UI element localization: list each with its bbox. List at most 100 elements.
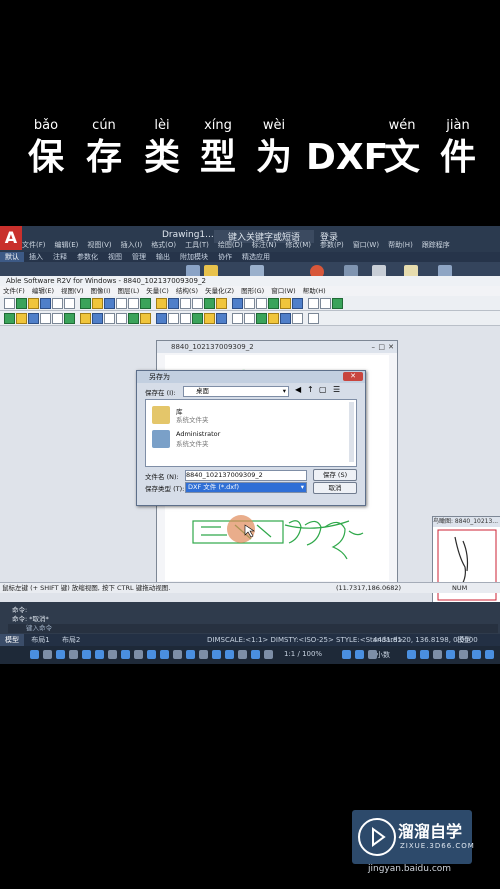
- toolbar-button[interactable]: [156, 313, 167, 324]
- ribbon-tab[interactable]: 注释: [48, 252, 72, 262]
- menu-item[interactable]: 标注(N): [252, 241, 277, 249]
- ribbon-tab[interactable]: 默认: [0, 252, 24, 262]
- toolbar-button[interactable]: [180, 298, 191, 309]
- status-toggle[interactable]: [108, 650, 117, 659]
- toolbar-button[interactable]: [204, 298, 215, 309]
- status-toggle[interactable]: [264, 650, 273, 659]
- r2v-menu-item[interactable]: 图形(G): [241, 287, 264, 295]
- menu-item[interactable]: 绘图(D): [218, 241, 243, 249]
- toolbar-button[interactable]: [244, 298, 255, 309]
- status-toggle[interactable]: [368, 650, 377, 659]
- r2v-menu-item[interactable]: 视图(V): [61, 287, 84, 295]
- toolbar-button[interactable]: [28, 313, 39, 324]
- toolbar-button[interactable]: [216, 298, 227, 309]
- ribbon-tab[interactable]: 管理: [127, 252, 151, 262]
- toolbar-button[interactable]: [244, 313, 255, 324]
- filetype-select[interactable]: DXF 文件 (*.dxf) ▾: [185, 482, 307, 493]
- status-toggle[interactable]: [342, 650, 351, 659]
- status-toggle[interactable]: [121, 650, 130, 659]
- status-toggle[interactable]: [420, 650, 429, 659]
- toolbar-button[interactable]: [292, 313, 303, 324]
- dialog-close-button[interactable]: ✕: [343, 372, 363, 381]
- status-toggle[interactable]: [43, 650, 52, 659]
- status-toggle[interactable]: [485, 650, 494, 659]
- status-toggle[interactable]: [82, 650, 91, 659]
- tab-layout2[interactable]: 布局2: [57, 634, 85, 646]
- toolbar-button[interactable]: [128, 313, 139, 324]
- toolbar-button[interactable]: [308, 298, 319, 309]
- back-icon[interactable]: ◀: [295, 385, 301, 394]
- status-toggle[interactable]: [407, 650, 416, 659]
- toolbar-button[interactable]: [168, 313, 179, 324]
- menu-item[interactable]: 视图(V): [87, 241, 111, 249]
- status-toggle[interactable]: [173, 650, 182, 659]
- status-toggle[interactable]: [56, 650, 65, 659]
- toolbar-button[interactable]: [140, 298, 151, 309]
- toolbar-button[interactable]: [52, 313, 63, 324]
- scrollbar[interactable]: [349, 402, 354, 462]
- status-toggle[interactable]: [238, 650, 247, 659]
- toolbar-button[interactable]: [4, 298, 15, 309]
- units-readout[interactable]: 小数: [376, 650, 390, 660]
- toolbar-button[interactable]: [256, 313, 267, 324]
- ribbon-tab[interactable]: 附加模块: [175, 252, 213, 262]
- toolbar-button[interactable]: [308, 313, 319, 324]
- menu-item[interactable]: 格式(O): [151, 241, 176, 249]
- menu-item[interactable]: 参数(P): [320, 241, 344, 249]
- ribbon-tab[interactable]: 视图: [103, 252, 127, 262]
- status-toggle[interactable]: [134, 650, 143, 659]
- toolbar-button[interactable]: [40, 313, 51, 324]
- r2v-menu-item[interactable]: 帮助(H): [303, 287, 326, 295]
- toolbar-button[interactable]: [232, 298, 243, 309]
- status-toggle[interactable]: [251, 650, 260, 659]
- ribbon-tab[interactable]: 精选应用: [237, 252, 275, 262]
- ribbon-tab[interactable]: 协作: [213, 252, 237, 262]
- toolbar-button[interactable]: [320, 298, 331, 309]
- r2v-menu-item[interactable]: 图层(L): [118, 287, 140, 295]
- status-toggle[interactable]: [446, 650, 455, 659]
- status-toggle[interactable]: [459, 650, 468, 659]
- menu-item[interactable]: 编辑(E): [55, 241, 79, 249]
- toolbar-button[interactable]: [192, 298, 203, 309]
- r2v-menu-item[interactable]: 图像(I): [91, 287, 111, 295]
- status-toggle[interactable]: [199, 650, 208, 659]
- status-toggle[interactable]: [95, 650, 104, 659]
- toolbar-button[interactable]: [104, 298, 115, 309]
- toolbar-button[interactable]: [80, 298, 91, 309]
- r2v-menu-item[interactable]: 矢量(C): [146, 287, 169, 295]
- menu-item[interactable]: 窗口(W): [353, 241, 379, 249]
- r2v-menu-item[interactable]: 矢量化(Z): [205, 287, 234, 295]
- status-toggle[interactable]: [160, 650, 169, 659]
- view-menu-icon[interactable]: ☰: [333, 385, 340, 394]
- toolbar-button[interactable]: [40, 298, 51, 309]
- ribbon-tab[interactable]: 插入: [24, 252, 48, 262]
- autocad-logo-icon[interactable]: A: [0, 226, 22, 250]
- savein-select[interactable]: 桌面 ▾: [183, 386, 289, 397]
- close-icon[interactable]: ✕: [388, 341, 394, 353]
- status-toggle[interactable]: [225, 650, 234, 659]
- tab-layout1[interactable]: 布局1: [26, 634, 54, 646]
- r2v-menu-item[interactable]: 结构(S): [176, 287, 198, 295]
- toolbar-button[interactable]: [332, 298, 343, 309]
- toolbar-button[interactable]: [52, 298, 63, 309]
- toolbar-button[interactable]: [64, 313, 75, 324]
- toolbar-button[interactable]: [156, 298, 167, 309]
- minimize-icon[interactable]: –: [372, 341, 376, 353]
- toolbar-button[interactable]: [180, 313, 191, 324]
- toolbar-button[interactable]: [116, 313, 127, 324]
- toolbar-button[interactable]: [92, 298, 103, 309]
- cancel-button[interactable]: 取消: [313, 482, 357, 494]
- toolbar-button[interactable]: [28, 298, 39, 309]
- status-toggle[interactable]: [186, 650, 195, 659]
- menu-item[interactable]: 跟踪程序: [422, 241, 450, 249]
- new-folder-icon[interactable]: ▢: [319, 385, 327, 394]
- toolbar-button[interactable]: [16, 313, 27, 324]
- status-toggle[interactable]: [147, 650, 156, 659]
- menu-item[interactable]: 工具(T): [185, 241, 209, 249]
- scale-readout[interactable]: 1:1 / 100%: [284, 650, 322, 658]
- save-button[interactable]: 保存 (S): [313, 469, 357, 481]
- r2v-menu-item[interactable]: 窗口(W): [271, 287, 296, 295]
- command-input[interactable]: 键入命令: [8, 624, 498, 633]
- toolbar-button[interactable]: [268, 313, 279, 324]
- toolbar-button[interactable]: [280, 313, 291, 324]
